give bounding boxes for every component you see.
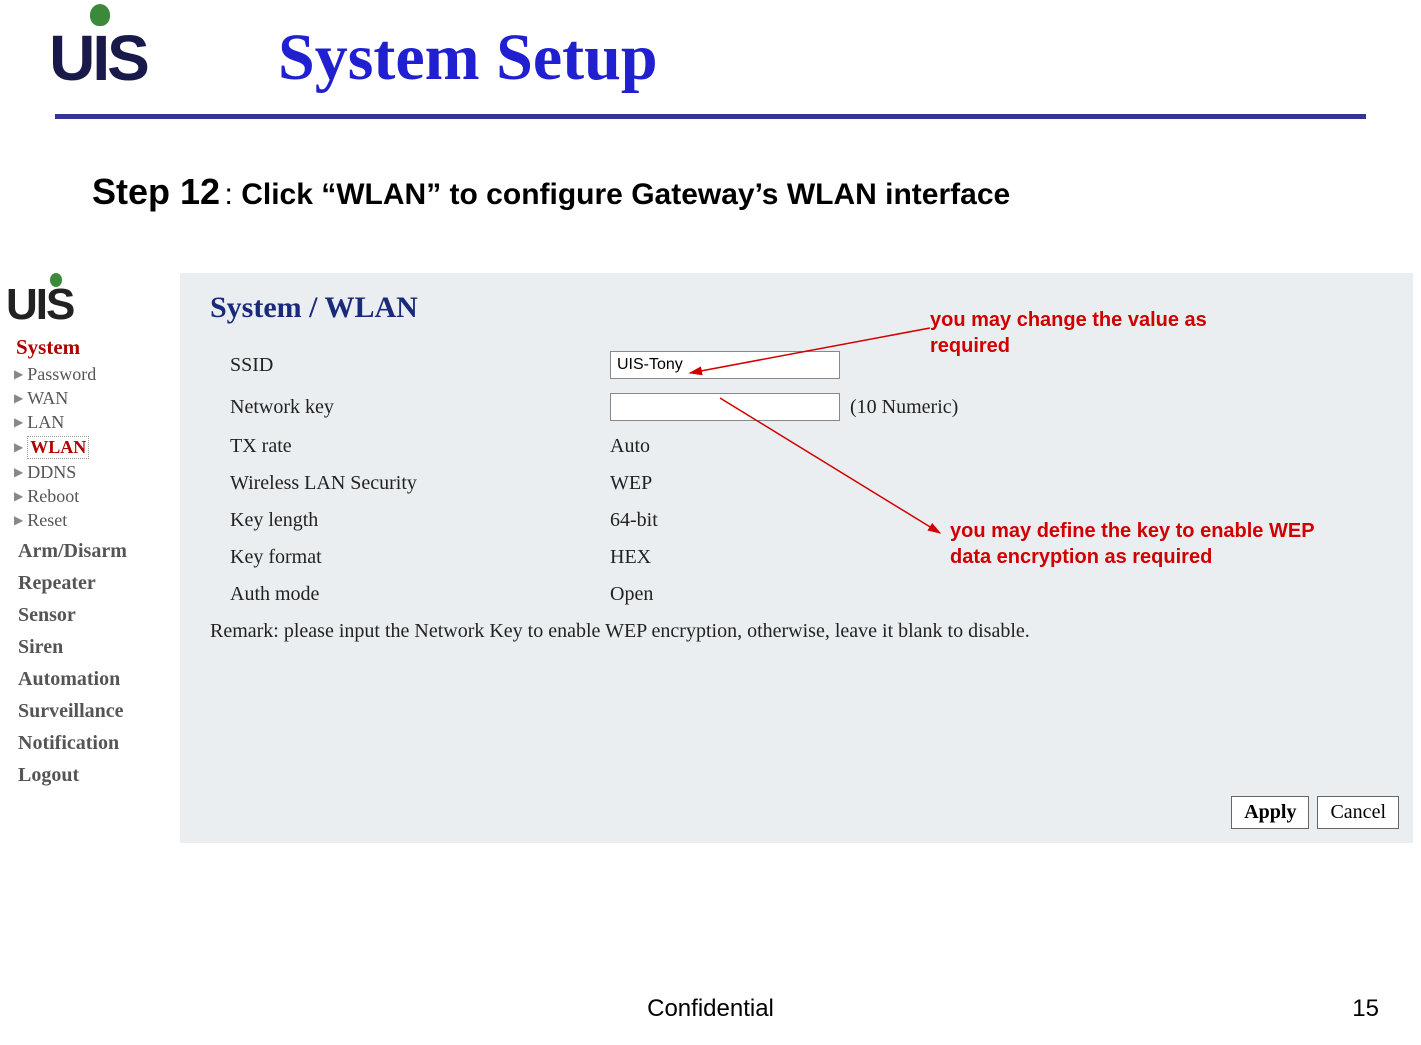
header-divider: [55, 114, 1366, 119]
annotation-key: you may define the key to enable WEP dat…: [950, 518, 1320, 570]
triangle-icon: ▶: [14, 513, 23, 528]
annotation-ssid: you may change the value as required: [930, 307, 1250, 359]
nav-system-heading[interactable]: System: [16, 335, 180, 360]
logo-dot-icon: [50, 273, 62, 287]
nav-item-password[interactable]: ▶Password: [14, 364, 180, 385]
label-txrate: TX rate: [210, 435, 610, 458]
network-key-hint: (10 Numeric): [850, 396, 958, 419]
triangle-icon: ▶: [14, 367, 23, 382]
value-txrate: Auto: [610, 435, 650, 458]
triangle-icon: ▶: [14, 440, 23, 455]
nav-cat-siren[interactable]: Siren: [18, 636, 180, 659]
row-txrate: TX rate Auto: [210, 435, 1391, 458]
triangle-icon: ▶: [14, 391, 23, 406]
nav-item-wlan[interactable]: ▶WLAN: [14, 436, 180, 459]
nav-cat-armdisarm[interactable]: Arm/Disarm: [18, 540, 180, 563]
wlan-panel: System / WLAN SSID Network key (10 Numer…: [180, 273, 1413, 843]
logo-dot-icon: [90, 4, 110, 26]
triangle-icon: ▶: [14, 489, 23, 504]
value-security: WEP: [610, 472, 652, 495]
apply-button[interactable]: Apply: [1231, 796, 1309, 829]
page-number: 15: [1352, 995, 1379, 1023]
row-authmode: Auth mode Open: [210, 583, 1391, 606]
row-security: Wireless LAN Security WEP: [210, 472, 1391, 495]
triangle-icon: ▶: [14, 465, 23, 480]
label-keyformat: Key format: [210, 546, 610, 569]
cancel-button[interactable]: Cancel: [1317, 796, 1399, 829]
nav-cat-automation[interactable]: Automation: [18, 668, 180, 691]
label-keylength: Key length: [210, 509, 610, 532]
nav-cat-repeater[interactable]: Repeater: [18, 572, 180, 595]
footer-confidential: Confidential: [0, 995, 1421, 1023]
value-keyformat: HEX: [610, 546, 651, 569]
nav-item-reset[interactable]: ▶Reset: [14, 510, 180, 531]
uis-logo: UIS: [18, 8, 178, 108]
label-security: Wireless LAN Security: [210, 472, 610, 495]
row-network-key: Network key (10 Numeric): [210, 393, 1391, 421]
label-authmode: Auth mode: [210, 583, 610, 606]
nav-cat-logout[interactable]: Logout: [18, 764, 180, 787]
nav-cat-notification[interactable]: Notification: [18, 732, 180, 755]
logo-text: UIS: [49, 26, 147, 90]
step-instruction: Step 12 : Click “WLAN” to configure Gate…: [92, 171, 1421, 213]
network-key-input[interactable]: [610, 393, 840, 421]
value-keylength: 64-bit: [610, 509, 658, 532]
step-text: Click “WLAN” to configure Gateway’s WLAN…: [241, 178, 1010, 211]
nav-item-wan[interactable]: ▶WAN: [14, 388, 180, 409]
label-ssid: SSID: [210, 354, 610, 377]
nav-cat-surveillance[interactable]: Surveillance: [18, 700, 180, 723]
ssid-input[interactable]: [610, 351, 840, 379]
value-authmode: Open: [610, 583, 653, 606]
nav-item-ddns[interactable]: ▶DDNS: [14, 462, 180, 483]
button-row: Apply Cancel: [1231, 796, 1399, 829]
triangle-icon: ▶: [14, 415, 23, 430]
label-network-key: Network key: [210, 396, 610, 419]
slide-header: UIS System Setup: [0, 0, 1421, 108]
remark-text: Remark: please input the Network Key to …: [210, 620, 1391, 643]
config-screenshot: UIS System ▶Password ▶WAN ▶LAN ▶WLAN ▶DD…: [0, 273, 1421, 843]
page-title: System Setup: [278, 20, 658, 96]
step-number: Step 12: [92, 171, 220, 212]
sidebar-logo: UIS: [6, 273, 180, 327]
nav-item-lan[interactable]: ▶LAN: [14, 412, 180, 433]
nav-item-reboot[interactable]: ▶Reboot: [14, 486, 180, 507]
nav-cat-sensor[interactable]: Sensor: [18, 604, 180, 627]
sidebar: UIS System ▶Password ▶WAN ▶LAN ▶WLAN ▶DD…: [0, 273, 180, 843]
